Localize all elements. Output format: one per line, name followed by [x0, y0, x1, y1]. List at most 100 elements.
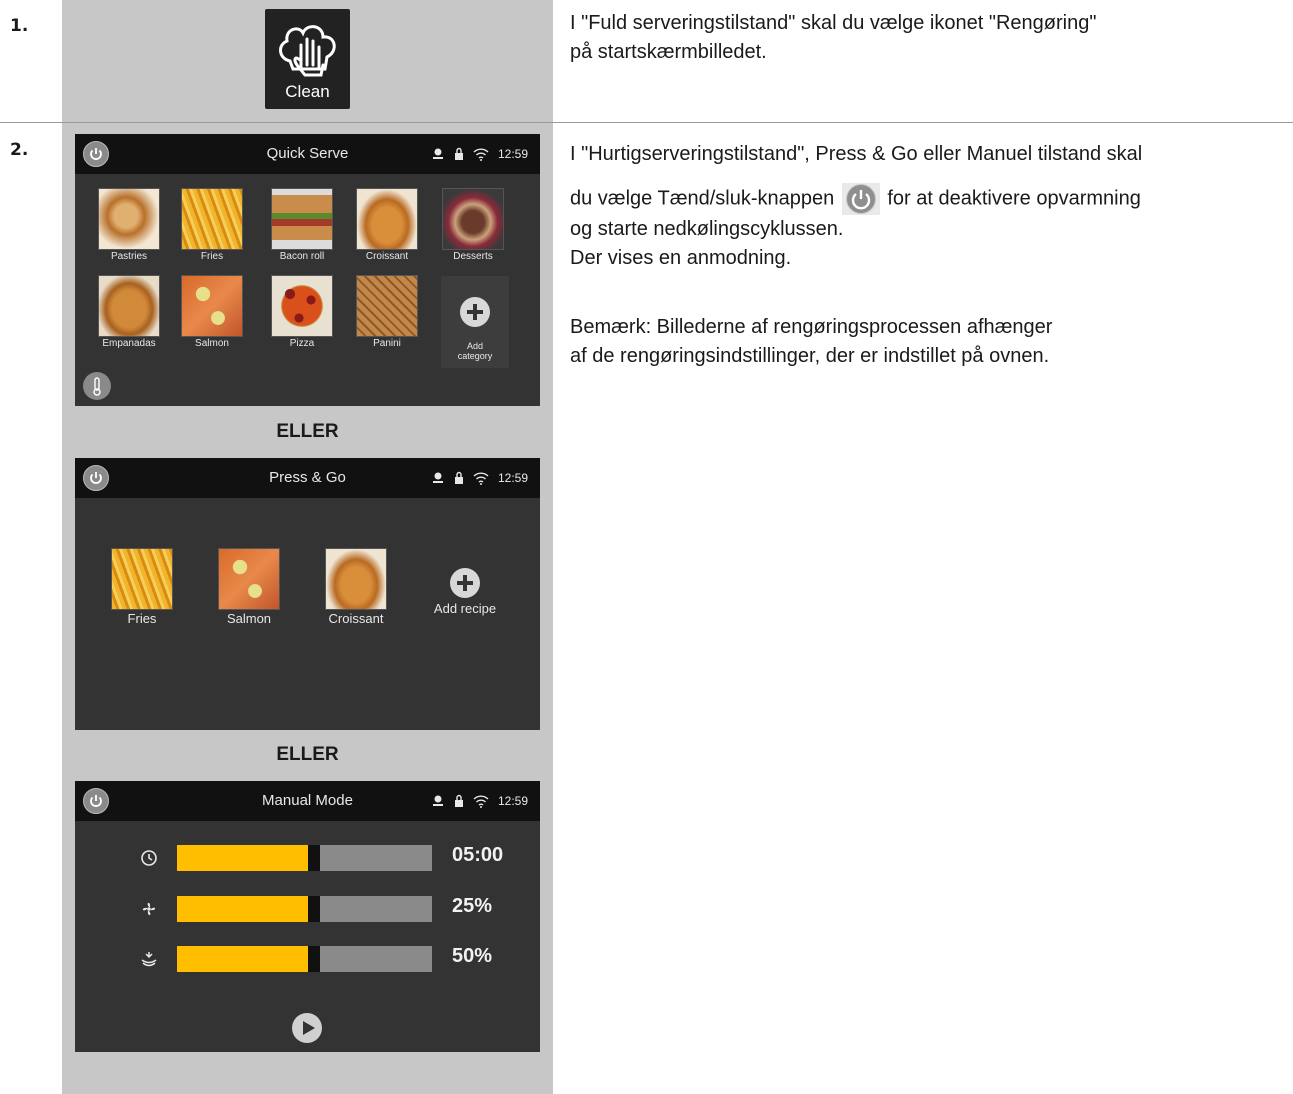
step1-line-1: I "Fuld serveringstilstand" skal du vælg… — [570, 12, 1097, 34]
slider-fill — [177, 946, 310, 972]
tile-label: Fries — [200, 251, 224, 262]
recipe-tile[interactable]: Desserts — [441, 188, 505, 262]
salmon-image — [218, 548, 280, 610]
thermometer-icon — [93, 377, 101, 396]
or-separator: ELLER — [276, 421, 339, 442]
status-icons: 12:59 — [431, 791, 528, 811]
wifi-icon — [473, 147, 489, 161]
lock-icon — [454, 471, 463, 484]
empanadas-image — [98, 275, 160, 337]
clean-button[interactable]: Clean — [265, 9, 350, 109]
recipe-tile[interactable]: Salmon — [180, 275, 244, 349]
step2-text: I "Hurtigserveringstilstand", Press & Go… — [570, 140, 1142, 371]
time-value: 05:00 — [452, 844, 504, 866]
step2-line-2: du vælge Tænd/sluk-knappen for at deakti… — [570, 183, 1142, 215]
thermometer-button[interactable] — [83, 372, 111, 400]
steam-icon — [141, 952, 157, 967]
hand-in-chef-hat-icon — [279, 25, 336, 77]
slider-handle[interactable] — [308, 845, 320, 871]
lock-icon — [454, 147, 463, 160]
tile-label: Desserts — [453, 251, 493, 262]
recipe-tile[interactable]: Panini — [355, 275, 419, 349]
recipe-tile[interactable]: Pastries — [97, 188, 161, 262]
step2-line-4: Der vises en anmodning. — [570, 247, 792, 269]
step2-line-3: og starte nedkølingscyklussen. — [570, 218, 844, 240]
fries-image — [181, 188, 243, 250]
plus-icon — [460, 297, 490, 327]
chef-icon — [432, 795, 443, 806]
pizza-image — [271, 275, 333, 337]
step-number-1: 1. — [10, 16, 29, 36]
fan-slider-row[interactable]: 25% — [75, 895, 540, 923]
panini-image — [356, 275, 418, 337]
fan-icon — [142, 902, 156, 916]
play-button[interactable] — [292, 1013, 322, 1043]
press-go-screen: Press & Go 12:59 Fries Salmon Croissant … — [75, 458, 540, 730]
wifi-icon — [473, 794, 489, 808]
croissant-image — [356, 188, 418, 250]
clock-time: 12:59 — [497, 794, 528, 808]
status-icons: 12:59 — [431, 468, 528, 488]
plus-icon — [450, 568, 480, 598]
fan-value: 25% — [452, 895, 493, 917]
tile-label: Fries — [127, 611, 157, 626]
slider-handle[interactable] — [308, 946, 320, 972]
clock-icon — [141, 850, 157, 866]
desserts-image — [442, 188, 504, 250]
step2-line-1: I "Hurtigserveringstilstand", Press & Go… — [570, 143, 1143, 165]
or-separator: ELLER — [276, 744, 339, 765]
clean-label: Clean — [285, 82, 330, 101]
tile-label: Panini — [373, 338, 401, 349]
top-bar: Press & Go 12:59 — [75, 458, 540, 498]
recipe-tile[interactable]: Croissant — [355, 188, 419, 262]
inline-power-icon — [841, 183, 880, 215]
croissant-image — [325, 548, 387, 610]
pastries-image — [98, 188, 160, 250]
recipe-tile[interactable]: Salmon — [217, 548, 281, 626]
quick-serve-screen: Quick Serve 12:59 Pastries Fries Bacon r… — [75, 134, 540, 406]
recipe-tile[interactable]: Fries — [180, 188, 244, 262]
step2-note-2: af de rengøringsindstillinger, der er in… — [570, 345, 1050, 367]
tile-label: Salmon — [195, 338, 229, 349]
top-bar: Manual Mode 12:59 — [75, 781, 540, 821]
slider-handle[interactable] — [308, 896, 320, 922]
add-recipe-label: Add recipe — [433, 601, 497, 616]
chef-icon — [432, 472, 443, 483]
fan-slider[interactable] — [177, 896, 432, 922]
manual-mode-screen: Manual Mode 12:59 05:00 25% 50% — [75, 781, 540, 1052]
step2-line-2a: du vælge Tænd/sluk-knappen — [570, 187, 835, 210]
fries-image — [111, 548, 173, 610]
time-slider[interactable] — [177, 845, 432, 871]
chef-icon — [432, 148, 443, 159]
recipe-tile[interactable]: Bacon roll — [270, 188, 334, 262]
time-slider-row[interactable]: 05:00 — [75, 844, 540, 872]
step1-text: I "Fuld serveringstilstand" skal du vælg… — [570, 9, 1096, 67]
salmon-image — [181, 275, 243, 337]
step2-line-2b: for at deaktivere opvarmning — [887, 187, 1141, 210]
tile-label: Empanadas — [102, 338, 156, 349]
add-category-label: Add category — [457, 341, 493, 361]
steam-value: 50% — [452, 945, 493, 967]
add-category-button[interactable]: Add category — [441, 276, 509, 368]
recipe-tile[interactable]: Empanadas — [97, 275, 161, 349]
slider-fill — [177, 896, 310, 922]
recipe-tile[interactable]: Pizza — [270, 275, 334, 349]
step1-line-2: på startskærmbilledet. — [570, 41, 767, 63]
tile-label: Pizza — [289, 338, 315, 349]
steam-slider[interactable] — [177, 946, 432, 972]
top-bar: Quick Serve 12:59 — [75, 134, 540, 174]
step2-note-1: Bemærk: Billederne af rengøringsprocesse… — [570, 316, 1053, 338]
add-recipe-button[interactable]: Add recipe — [425, 568, 505, 616]
steam-slider-row[interactable]: 50% — [75, 945, 540, 973]
bacon-roll-image — [271, 188, 333, 250]
recipe-tile[interactable]: Croissant — [323, 548, 389, 626]
tile-label: Pastries — [110, 251, 148, 262]
recipe-tile[interactable]: Fries — [110, 548, 174, 626]
tile-label: Salmon — [226, 611, 272, 626]
tile-label: Croissant — [365, 251, 409, 262]
tile-label: Croissant — [328, 611, 384, 626]
wifi-icon — [473, 471, 489, 485]
slider-fill — [177, 845, 310, 871]
clock-time: 12:59 — [497, 147, 528, 161]
tile-label: Bacon roll — [279, 251, 325, 262]
